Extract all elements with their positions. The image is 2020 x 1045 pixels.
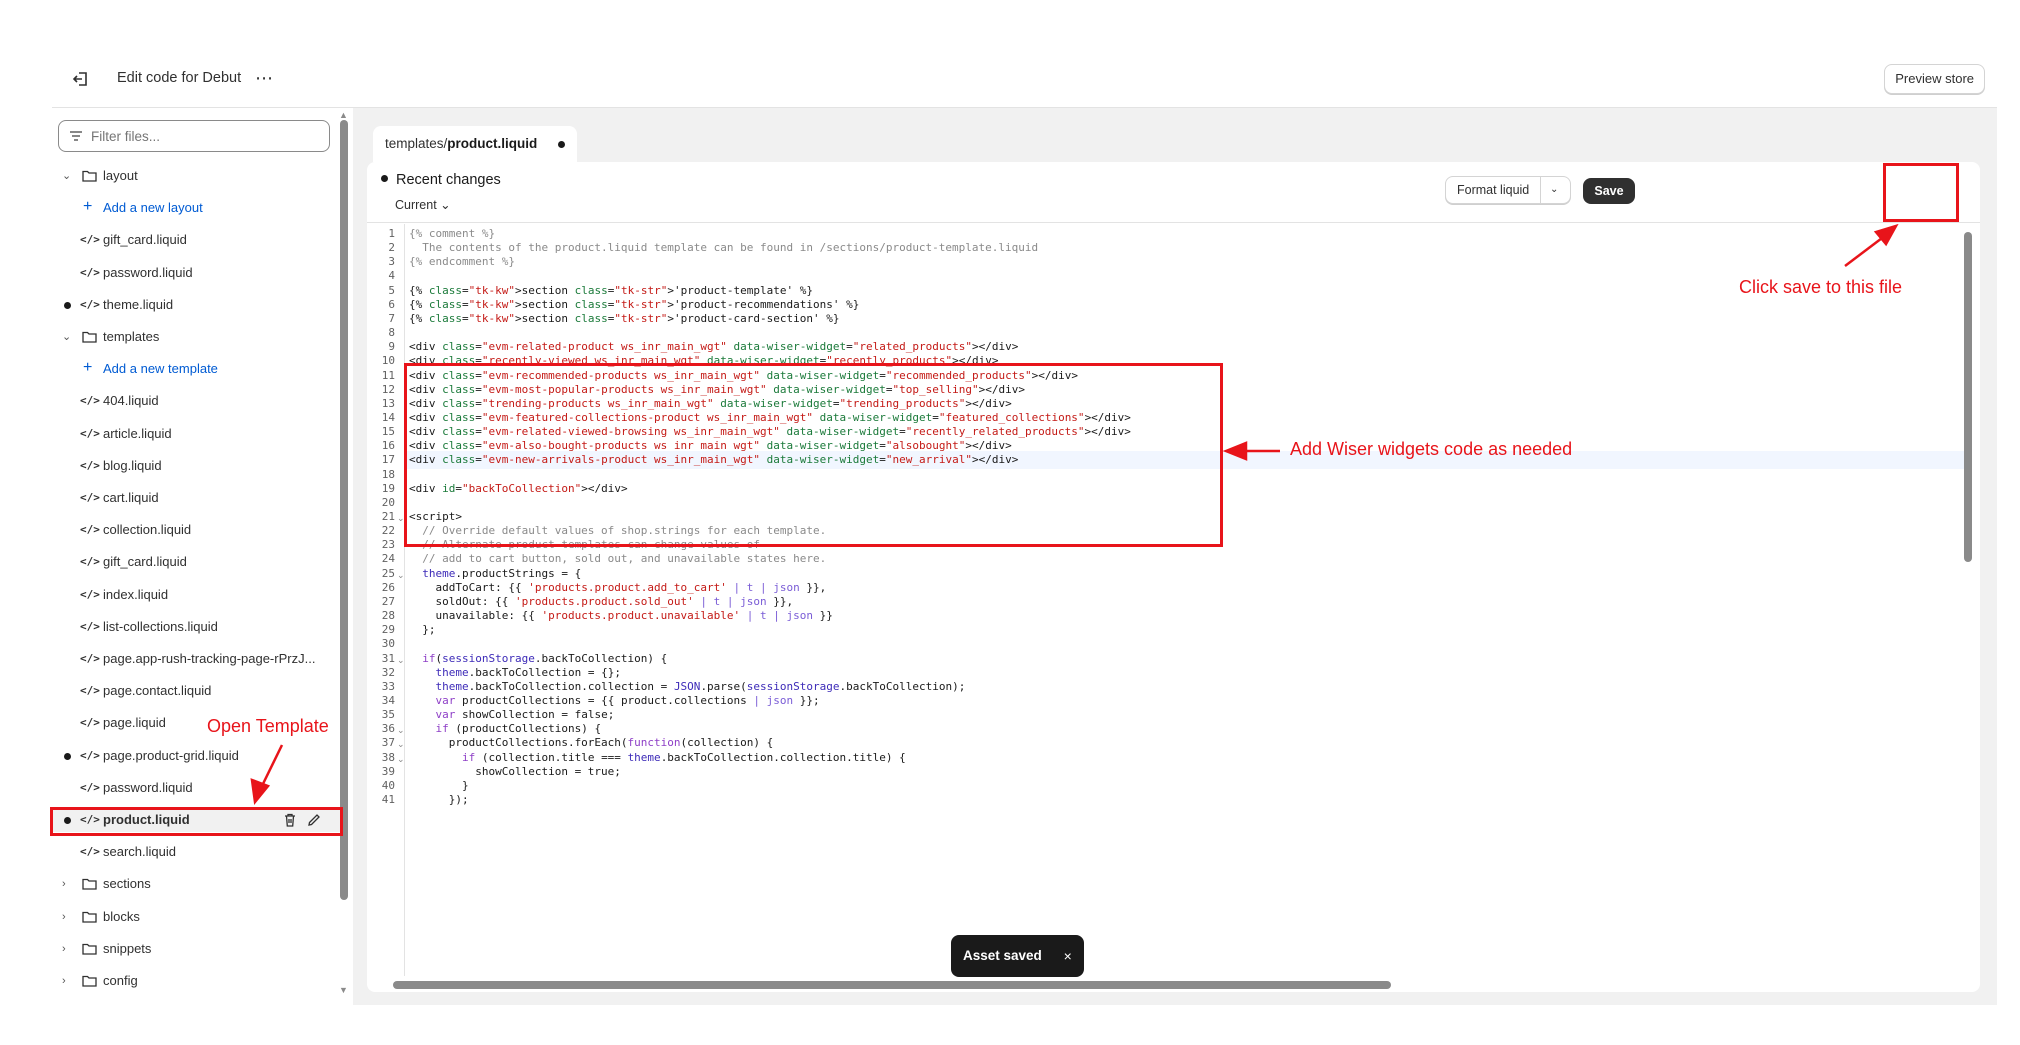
annotation-arrows	[250, 223, 1899, 806]
